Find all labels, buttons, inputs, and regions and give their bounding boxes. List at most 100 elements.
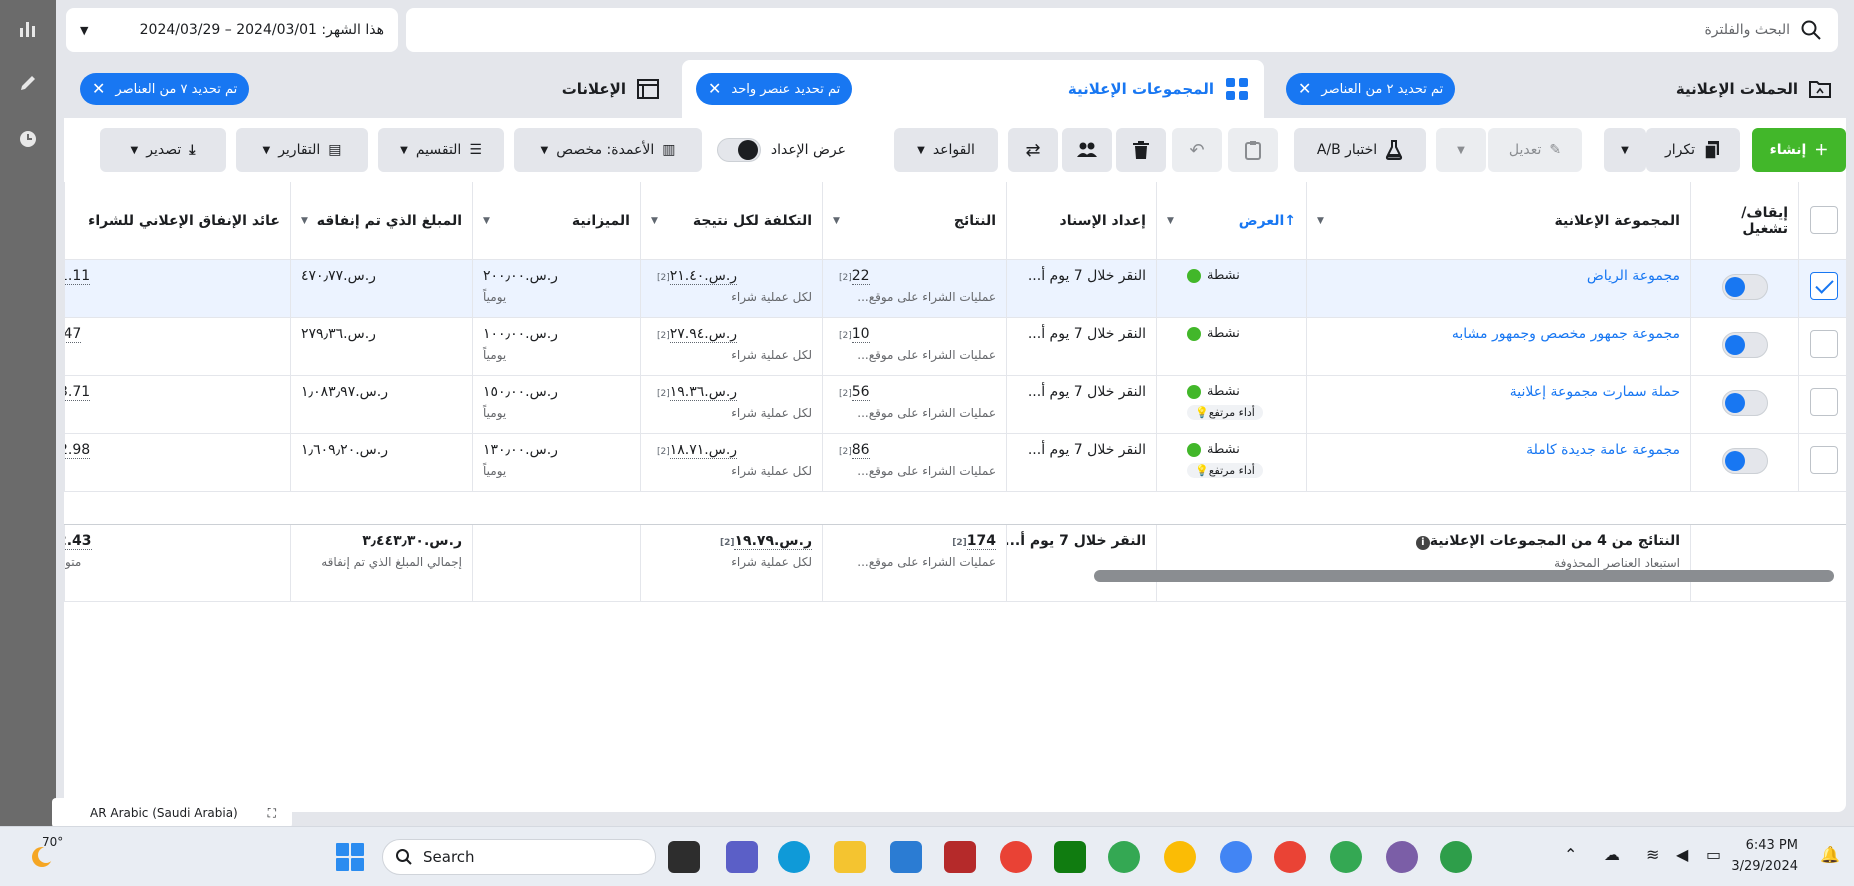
chrome-profile-icon[interactable] xyxy=(1164,841,1196,873)
chrome-icon[interactable] xyxy=(1000,841,1032,873)
weather-temp: 70° xyxy=(42,835,64,849)
show-setup-toggle[interactable]: عرض الإعداد xyxy=(716,128,846,172)
table-row[interactable]: حملة سمارت مجموعة إعلانية نشطة 💡أداء مرت… xyxy=(64,376,1846,434)
reports-button[interactable]: ▤ التقارير ▼ xyxy=(236,128,368,172)
clipboard-button[interactable] xyxy=(1228,128,1278,172)
create-button[interactable]: ＋ إنشاء xyxy=(1752,128,1846,172)
notification-bell-icon[interactable]: 🔔 xyxy=(1820,845,1840,864)
pencil-icon[interactable] xyxy=(17,72,39,94)
row-toggle[interactable] xyxy=(1722,448,1768,474)
edge-icon[interactable] xyxy=(778,841,810,873)
results-value[interactable]: 56 xyxy=(851,384,870,401)
breakdown-button[interactable]: ☰ التقسيم ▼ xyxy=(378,128,504,172)
table-row[interactable]: مجموعة الرياض نشطة النقر خلال 7 يوم أ...… xyxy=(64,260,1846,318)
volume-icon[interactable]: ◀ xyxy=(1676,845,1688,864)
header-cost[interactable]: التكلفة لكل نتيجة ▼ xyxy=(640,182,822,259)
chevron-up-icon[interactable]: ⌃ xyxy=(1564,845,1577,864)
wifi-icon[interactable]: ≋ xyxy=(1646,845,1659,864)
tab-campaigns[interactable]: الحملات الإعلانية تم تحديد ٢ من العناصر … xyxy=(1272,60,1846,118)
roas-value[interactable]: 2.98 xyxy=(65,442,91,459)
chrome-profile-icon[interactable] xyxy=(1330,841,1362,873)
row-checkbox[interactable] xyxy=(1810,388,1838,416)
ab-test-button[interactable]: اختبار A/B xyxy=(1294,128,1426,172)
file-explorer-icon[interactable] xyxy=(834,841,866,873)
header-name[interactable]: المجموعة الإعلانية ▼ xyxy=(1306,182,1690,259)
header-spent[interactable]: المبلغ الذي تم إنفاقه ▼ xyxy=(290,182,472,259)
audience-button[interactable] xyxy=(1062,128,1112,172)
clock-icon[interactable] xyxy=(17,128,39,150)
adsets-selection-badge[interactable]: تم تحديد عنصر واحد ✕ xyxy=(696,73,853,105)
cost-value[interactable]: ر.س.٢١.٤٠ xyxy=(669,268,738,285)
header-delivery[interactable]: ↑العرض ▼ xyxy=(1156,182,1306,259)
info-icon[interactable]: i xyxy=(1415,536,1430,550)
cloud-icon[interactable]: ☁ xyxy=(1604,845,1620,864)
header-roas[interactable]: عائد الإنفاق الإعلاني للشراء xyxy=(64,182,290,259)
teams-icon[interactable] xyxy=(726,841,758,873)
export-button[interactable]: ⤓ تصدير ▼ xyxy=(100,128,226,172)
ads-selection-badge[interactable]: تم تحديد ٧ من العناصر ✕ xyxy=(80,73,250,105)
row-toggle[interactable] xyxy=(1722,332,1768,358)
weather-widget[interactable]: 70° xyxy=(26,835,64,873)
row-toggle[interactable] xyxy=(1722,274,1768,300)
row-toggle[interactable] xyxy=(1722,390,1768,416)
row-checkbox[interactable] xyxy=(1810,330,1838,358)
header-budget[interactable]: الميزانية ▼ xyxy=(472,182,640,259)
chrome-profile-icon[interactable] xyxy=(1274,841,1306,873)
battery-icon[interactable]: ▭ xyxy=(1706,845,1721,864)
roas-value[interactable]: .47 xyxy=(65,326,82,343)
delete-button[interactable] xyxy=(1116,128,1166,172)
taskbar-search[interactable]: Search xyxy=(382,839,656,875)
adset-name-link[interactable]: مجموعة عامة جديدة كاملة xyxy=(1526,442,1680,458)
windows-start-icon[interactable] xyxy=(336,843,364,871)
close-icon[interactable]: ✕ xyxy=(1298,81,1311,97)
globe-icon[interactable] xyxy=(1440,841,1472,873)
share-button[interactable]: ⇄ xyxy=(1008,128,1058,172)
adset-name-link[interactable]: مجموعة الرياض xyxy=(1587,268,1680,284)
row-checkbox[interactable] xyxy=(1810,272,1838,300)
adset-name-link[interactable]: مجموعة جمهور مخصص وجمهور مشابه xyxy=(1452,326,1680,342)
results-value[interactable]: 22 xyxy=(851,268,870,285)
expand-icon[interactable]: ⛶ xyxy=(268,806,276,821)
results-value[interactable]: 10 xyxy=(851,326,870,343)
tab-adsets[interactable]: المجموعات الإعلانية تم تحديد عنصر واحد ✕ xyxy=(682,60,1264,118)
close-icon[interactable]: ✕ xyxy=(92,81,105,97)
date-range-picker[interactable]: هذا الشهر: 2024/03/01 – 2024/03/29 ▼ xyxy=(66,8,398,52)
cost-value[interactable]: ر.س.١٩.٣٦ xyxy=(669,384,738,401)
tab-ads[interactable]: الإعلانات تم تحديد ٧ من العناصر ✕ xyxy=(66,60,674,118)
task-view-icon[interactable] xyxy=(668,841,700,873)
xbox-icon[interactable] xyxy=(1054,841,1086,873)
header-toggle[interactable]: إيقاف/ تشغيل xyxy=(1690,182,1798,259)
search-filter-bar[interactable]: البحث والفلترة xyxy=(406,8,1838,52)
header-attribution[interactable]: إعداد الإسناد xyxy=(1006,182,1156,259)
chrome-profile-icon[interactable] xyxy=(1108,841,1140,873)
columns-button[interactable]: ▥ الأعمدة: مخصص ▼ xyxy=(514,128,702,172)
adset-name-link[interactable]: حملة سمارت مجموعة إعلانية xyxy=(1510,384,1680,400)
close-icon[interactable]: ✕ xyxy=(708,81,721,97)
roas-value[interactable]: 1.11 xyxy=(65,268,91,285)
roas-value[interactable]: 3.71 xyxy=(65,384,91,401)
select-all-checkbox[interactable] xyxy=(1810,206,1838,234)
duplicate-dropdown[interactable]: ▼ xyxy=(1604,128,1646,172)
chart-icon[interactable] xyxy=(17,18,39,40)
taskbar-clock[interactable]: 6:43 PM 3/29/2024 xyxy=(1731,835,1798,877)
duplicate-button[interactable]: تكرار xyxy=(1646,128,1740,172)
edit-dropdown[interactable]: ▼ xyxy=(1436,128,1486,172)
header-results[interactable]: النتائج ▼ xyxy=(822,182,1006,259)
horizontal-scrollbar[interactable] xyxy=(1094,570,1834,582)
chrome-profile-icon[interactable] xyxy=(1386,841,1418,873)
edit-button[interactable]: ✎ تعديل xyxy=(1488,128,1582,172)
campaigns-selection-badge[interactable]: تم تحديد ٢ من العناصر ✕ xyxy=(1286,73,1456,105)
mail-icon[interactable] xyxy=(890,841,922,873)
toggle-switch[interactable] xyxy=(716,138,761,162)
chrome-profile-icon[interactable] xyxy=(1220,841,1252,873)
language-indicator[interactable]: AR Arabic (Saudi Arabia) ⛶ xyxy=(52,798,292,828)
row-checkbox[interactable] xyxy=(1810,446,1838,474)
table-row[interactable]: مجموعة عامة جديدة كاملة نشطة 💡أداء مرتفع… xyxy=(64,434,1846,492)
app-icon[interactable] xyxy=(944,841,976,873)
results-value[interactable]: 86 xyxy=(851,442,870,459)
table-row[interactable]: مجموعة جمهور مخصص وجمهور مشابه نشطة النق… xyxy=(64,318,1846,376)
undo-button[interactable]: ↶ xyxy=(1172,128,1222,172)
cost-value[interactable]: ر.س.٢٧.٩٤ xyxy=(669,326,738,343)
rules-button[interactable]: القواعد ▼ xyxy=(894,128,998,172)
cost-value[interactable]: ر.س.١٨.٧١ xyxy=(669,442,738,459)
